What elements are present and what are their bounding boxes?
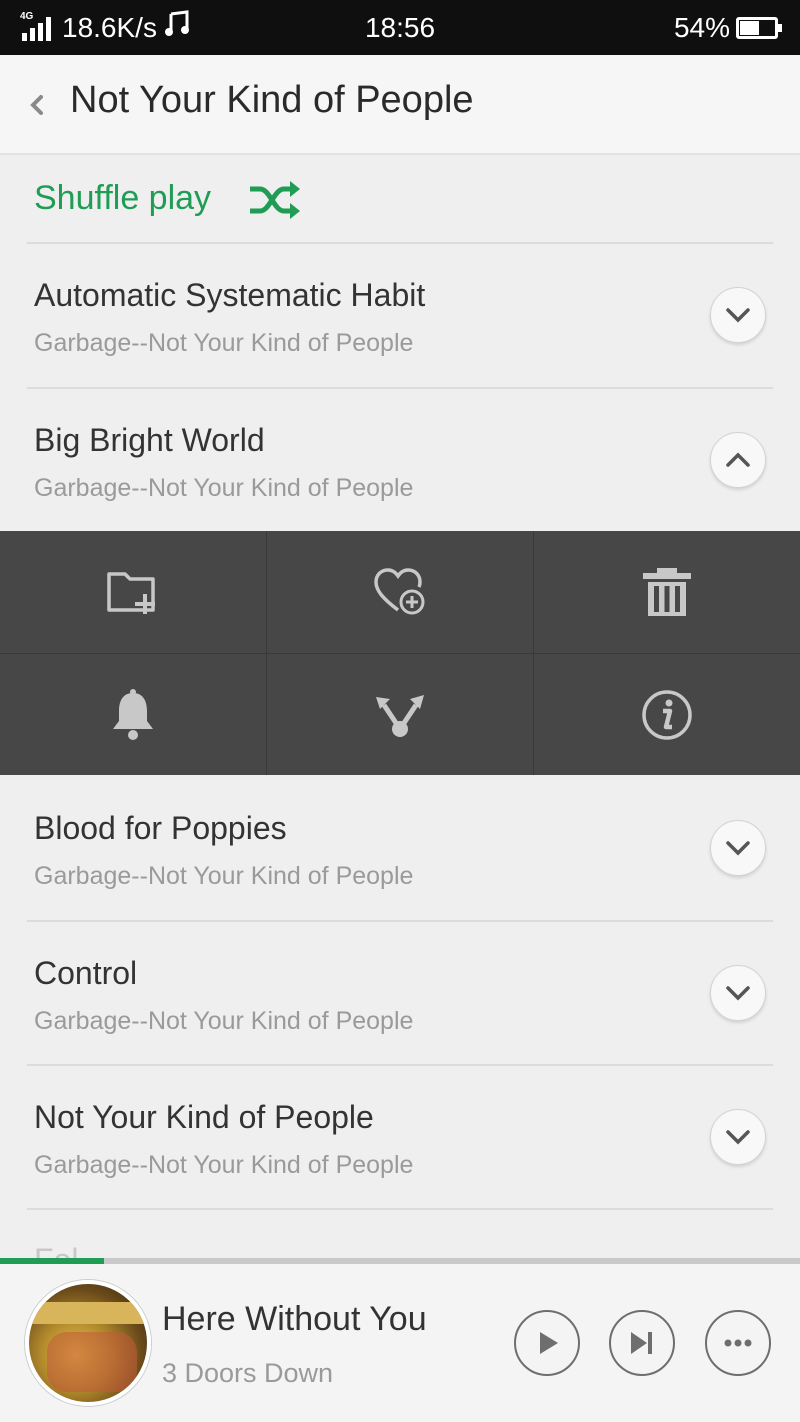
play-button[interactable] (514, 1310, 580, 1376)
shuffle-icon (250, 181, 300, 219)
song-title: Not Your Kind of People (34, 1099, 374, 1135)
divider (27, 1208, 773, 1210)
add-to-folder-icon (107, 572, 155, 614)
song-row[interactable]: Not Your Kind of People Garbage--Not You… (0, 1065, 800, 1209)
song-subtitle: Garbage--Not Your Kind of People (34, 1151, 414, 1179)
expand-button[interactable] (710, 820, 766, 876)
battery-icon (736, 16, 782, 39)
delete-button[interactable] (534, 531, 800, 653)
share-icon (376, 695, 424, 737)
ringtone-bell-icon (113, 689, 153, 740)
collapse-button[interactable] (710, 432, 766, 488)
song-title: Blood for Poppies (34, 810, 287, 846)
shuffle-label: Shuffle play (34, 179, 212, 217)
expand-button[interactable] (710, 965, 766, 1021)
song-subtitle: Garbage--Not Your Kind of People (34, 329, 414, 357)
album-art[interactable] (25, 1280, 151, 1406)
back-button[interactable] (22, 85, 52, 125)
chevron-down-icon (726, 841, 750, 856)
delete-icon (643, 568, 691, 616)
set-ringtone-button[interactable] (0, 654, 266, 776)
song-row[interactable]: Big Bright World Garbage--Not Your Kind … (0, 388, 800, 532)
song-subtitle: Garbage--Not Your Kind of People (34, 1007, 414, 1035)
add-to-folder-button[interactable] (0, 531, 266, 653)
add-to-favorites-button[interactable] (267, 531, 533, 653)
song-info-button[interactable] (534, 654, 800, 776)
chevron-up-icon (726, 452, 750, 467)
now-playing-artist: 3 Doors Down (162, 1358, 334, 1388)
skip-next-icon (631, 1332, 652, 1354)
battery-percent: 54% (673, 11, 730, 43)
status-bar: 4G 18.6K/s 18:56 54% (0, 0, 800, 55)
song-subtitle: Garbage--Not Your Kind of People (34, 862, 414, 890)
shuffle-play-button[interactable]: Shuffle play (0, 157, 800, 243)
chevron-left-icon (30, 95, 43, 115)
now-playing-bar: Here Without You 3 Doors Down (0, 1264, 800, 1422)
song-row[interactable]: Control Garbage--Not Your Kind of People (0, 921, 800, 1065)
chevron-down-icon (726, 986, 750, 1001)
now-playing-title: Here Without You (162, 1300, 427, 1338)
add-to-favorites-icon (374, 568, 425, 615)
song-title: Control (34, 955, 138, 991)
song-row[interactable]: Automatic Systematic Habit Garbage--Not … (0, 243, 800, 387)
song-subtitle: Garbage--Not Your Kind of People (34, 474, 414, 502)
info-icon (642, 690, 692, 740)
expand-button[interactable] (710, 1109, 766, 1165)
song-title: Automatic Systematic Habit (34, 277, 426, 313)
song-title: Big Bright World (34, 422, 265, 458)
chevron-down-icon (726, 308, 750, 323)
page-title: Not Your Kind of People (70, 79, 474, 121)
song-row[interactable]: Blood for Poppies Garbage--Not Your Kind… (0, 776, 800, 920)
next-track-button[interactable] (609, 1310, 675, 1376)
play-icon (540, 1332, 558, 1354)
share-button[interactable] (267, 654, 533, 776)
song-action-panel (0, 531, 800, 775)
more-horizontal-icon (724, 1339, 752, 1347)
chevron-down-icon (726, 1130, 750, 1145)
expand-button[interactable] (710, 287, 766, 343)
more-options-button[interactable] (705, 1310, 771, 1376)
app-header: Not Your Kind of People (0, 55, 800, 155)
status-right: 54% (674, 0, 784, 55)
